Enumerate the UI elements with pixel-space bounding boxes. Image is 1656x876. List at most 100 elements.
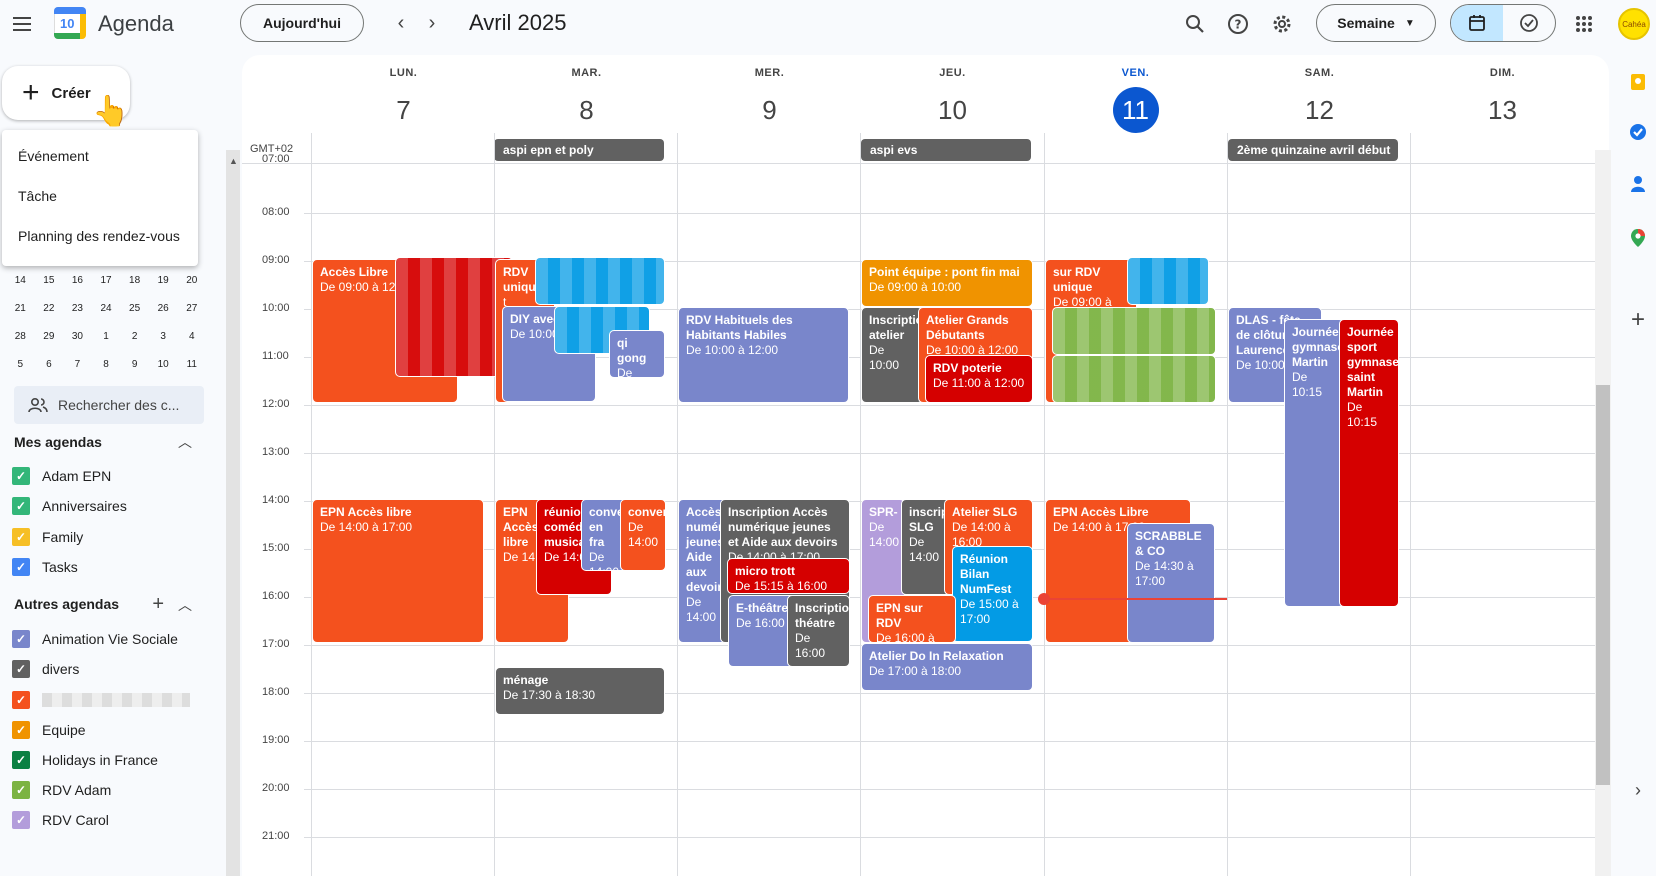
next-week-icon[interactable]: › [420,12,444,36]
allday-event[interactable]: aspi evs [861,139,1031,161]
expand-panel-chevron-icon[interactable]: › [1628,780,1648,800]
checkbox-checked-icon[interactable]: ✓ [12,497,30,515]
allday-event[interactable]: aspi epn et poly [494,139,664,161]
calendar-item[interactable]: ✓ Anniversaires [12,496,127,516]
checkbox-checked-icon[interactable]: ✓ [12,558,30,576]
event-block[interactable]: micro trott De 15:15 à 16:00 [727,558,850,594]
checkbox-checked-icon[interactable]: ✓ [12,781,30,799]
contacts-icon[interactable] [1628,174,1648,194]
search-icon[interactable] [1181,10,1209,38]
calendar-view-icon[interactable] [1451,5,1503,41]
allday-event[interactable]: 2ème quinzaine avril début [1228,139,1398,161]
mini-day[interactable]: 2 [120,331,149,342]
view-selector[interactable]: Semaine ▼ [1316,4,1436,42]
today-button[interactable]: Aujourd'hui [240,4,364,42]
event-block[interactable]: Journée gymnase Martin De 10:15 [1284,319,1344,607]
calendar-item[interactable]: ✓ Adam EPN [12,466,111,486]
other-calendars-title[interactable]: Autres agendas [14,596,119,612]
checkbox-checked-icon[interactable]: ✓ [12,691,30,709]
day-header-sun[interactable]: DIM. 13 [1411,67,1594,133]
event-block[interactable]: SCRABBLE & CO De 14:30 à 17:00 [1127,523,1215,643]
checkbox-checked-icon[interactable]: ✓ [12,630,30,648]
event-block[interactable]: qi gongDe 10:30 [609,330,665,378]
event-block-redacted[interactable] [1127,257,1209,305]
mini-day[interactable]: 20 [177,275,206,286]
event-block-redacted[interactable] [1052,355,1216,403]
account-avatar[interactable]: Cahéa [1618,8,1650,40]
day-header-mon[interactable]: LUN. 7 [312,67,495,133]
mini-day[interactable]: 1 [92,331,121,342]
add-calendar-plus-icon[interactable]: + [152,593,164,616]
event-block[interactable]: Point équipe : pont fin mai De 09:00 à 10… [861,259,1033,307]
menu-item-appointment-schedule[interactable]: Planning des rendez-vous [2,216,198,256]
day-header-tue[interactable]: MAR. 8 [495,67,678,133]
help-icon[interactable]: ? [1224,10,1252,38]
tasks-view-icon[interactable] [1503,5,1555,41]
checkbox-checked-icon[interactable]: ✓ [12,721,30,739]
grid-scrollbar[interactable] [1595,150,1611,876]
mini-day[interactable]: 19 [149,275,178,286]
add-addon-plus-icon[interactable]: + [1628,308,1648,332]
calendar-item[interactable]: ✓ Animation Vie Sociale [12,629,178,649]
checkbox-checked-icon[interactable]: ✓ [12,467,30,485]
scroll-up-icon[interactable]: ▲ [229,156,238,180]
calendar-item[interactable]: ✓ Equipe [12,720,86,740]
event-block[interactable]: ménage De 17:30 à 18:30 [495,667,665,715]
mini-day[interactable]: 30 [63,331,92,342]
calendar-logo-icon[interactable]: 10 [54,7,86,39]
mini-day[interactable]: 8 [92,359,121,370]
mini-day[interactable]: 26 [149,303,178,314]
checkbox-checked-icon[interactable]: ✓ [12,528,30,546]
mini-day[interactable]: 3 [149,331,178,342]
mini-day[interactable]: 4 [177,331,206,342]
day-header-fri-today[interactable]: VEN. 11 [1044,67,1227,133]
collapse-chevron-icon[interactable]: ︿ [178,595,192,615]
event-block-redacted[interactable] [535,257,665,305]
calendar-item[interactable]: ✓ Holidays in France [12,750,158,770]
mini-day[interactable]: 14 [6,275,35,286]
event-block[interactable]: Journée sport gymnase saint Martin De 10:… [1339,319,1399,607]
mini-day[interactable]: 28 [6,331,35,342]
calendar-item[interactable]: ✓ divers [12,659,79,679]
calendar-item[interactable]: ✓ [12,690,190,710]
mini-day[interactable]: 22 [35,303,64,314]
day-header-thu[interactable]: JEU. 10 [861,67,1044,133]
checkbox-checked-icon[interactable]: ✓ [12,811,30,829]
main-menu-icon[interactable] [10,12,34,36]
mini-day[interactable]: 9 [120,359,149,370]
checkbox-checked-icon[interactable]: ✓ [12,751,30,769]
mini-day[interactable]: 25 [120,303,149,314]
mini-day[interactable]: 7 [63,359,92,370]
sidebar-scrollbar[interactable]: ▲ [226,150,240,876]
checkbox-checked-icon[interactable]: ✓ [12,660,30,678]
menu-item-task[interactable]: Tâche [2,176,198,216]
day-header-wed[interactable]: MER. 9 [678,67,861,133]
mini-day[interactable]: 15 [35,275,64,286]
scrollbar-thumb[interactable] [1596,385,1610,785]
mini-day[interactable]: 16 [63,275,92,286]
event-block[interactable]: Réunion Bilan NumFest De 15:00 à 17:00 [952,546,1033,642]
mini-day[interactable]: 29 [35,331,64,342]
search-people-input[interactable]: Rechercher des c... [14,386,204,424]
event-block[interactable]: RDV poterie De 11:00 à 12:00 [925,355,1033,403]
calendar-item[interactable]: ✓ Family [12,527,83,547]
mini-day[interactable]: 10 [149,359,178,370]
settings-gear-icon[interactable] [1268,10,1296,38]
keep-icon[interactable] [1628,72,1648,92]
mini-day[interactable]: 11 [177,359,206,370]
event-block[interactable]: Atelier Do In Relaxation De 17:00 à 18:00 [861,643,1033,691]
calendar-item[interactable]: ✓ Tasks [12,557,78,577]
event-block[interactable]: conversationDe 14:00 [620,499,666,571]
mini-day[interactable]: 5 [6,359,35,370]
event-block[interactable]: Inscription atelierDe 10:00 [861,307,923,403]
day-header-sat[interactable]: SAM. 12 [1228,67,1411,133]
collapse-chevron-icon[interactable]: ︿ [178,432,192,452]
mini-day[interactable]: 18 [120,275,149,286]
mini-day[interactable]: 17 [92,275,121,286]
mini-day[interactable]: 23 [63,303,92,314]
event-block-redacted[interactable] [1052,307,1216,355]
calendar-item[interactable]: ✓ RDV Carol [12,810,109,830]
mini-day[interactable]: 24 [92,303,121,314]
calendar-item[interactable]: ✓ RDV Adam [12,780,111,800]
event-block[interactable]: EPN sur RDVDe 16:00 à 17:00 [868,595,956,643]
